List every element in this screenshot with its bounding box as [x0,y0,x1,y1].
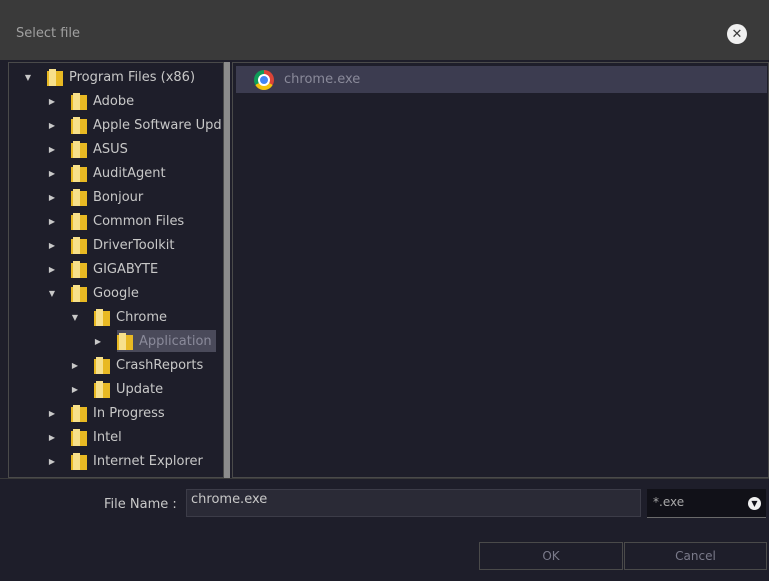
caret-right-icon[interactable]: ▶ [70,385,80,394]
folder-icon [71,452,87,470]
tree-item[interactable]: ▼ Program Files (x86) [23,65,195,89]
file-name-input[interactable] [186,489,641,517]
tree-item[interactable]: ▶ Adobe [47,89,134,113]
tree-item-label: DriverToolkit [93,237,175,253]
tree-item-label: Internet Explorer [93,453,203,469]
tree-item-label: ASUS [93,141,128,157]
caret-right-icon[interactable]: ▶ [47,241,57,250]
tree-item-label: Program Files (x86) [69,69,196,85]
file-type-select[interactable]: *.exe ▼ [647,489,766,518]
folder-icon [71,116,87,134]
tree-item-label: Google [93,285,139,301]
caret-down-icon[interactable]: ▼ [70,313,80,322]
folder-icon [94,380,110,398]
chevron-down-icon: ▼ [748,497,761,510]
tree-item[interactable]: ▶ ASUS [47,137,128,161]
folder-icon [71,260,87,278]
tree-item-label: Apple Software Upd [93,117,222,133]
file-list[interactable]: chrome.exe [232,62,769,478]
caret-right-icon[interactable]: ▶ [47,217,57,226]
file-item[interactable]: chrome.exe [236,66,767,93]
title-bar: Select file ✕ [0,0,769,60]
caret-right-icon[interactable]: ▶ [93,337,103,346]
file-type-value: *.exe [653,495,685,509]
tree-item[interactable]: ▶ Update [70,377,163,401]
caret-right-icon[interactable]: ▶ [47,121,57,130]
tree-item-label: AuditAgent [93,165,166,181]
tree-item[interactable]: ▶ Internet Explorer [47,449,203,473]
folder-icon [71,140,87,158]
cancel-button[interactable]: Cancel [624,542,767,570]
tree-item[interactable]: ▶ GIGABYTE [47,257,158,281]
tree-item-label: Bonjour [93,189,144,205]
folder-icon [47,68,63,86]
folder-icon [71,92,87,110]
folder-tree[interactable]: ▼ Program Files (x86) ▶ Adobe ▶ Apple Softwar… [8,62,224,478]
tree-item-label: Chrome [116,309,167,325]
folder-icon [71,428,87,446]
tree-item[interactable]: ▶ Apple Software Upd [47,113,222,137]
folder-icon [71,404,87,422]
folder-icon [94,308,110,326]
ok-button[interactable]: OK [479,542,623,570]
folder-icon [71,284,87,302]
caret-right-icon[interactable]: ▶ [47,145,57,154]
caret-right-icon[interactable]: ▶ [47,409,57,418]
close-icon: ✕ [731,26,743,42]
close-button[interactable]: ✕ [727,24,747,44]
tree-item[interactable]: ▶ In Progress [47,401,165,425]
tree-item-label: Update [116,381,164,397]
tree-item-label: Adobe [93,93,135,109]
tree-item[interactable]: ▶ Application [93,329,216,353]
tree-item[interactable]: ▶ AuditAgent [47,161,166,185]
tree-item[interactable]: ▼ Google [47,281,139,305]
folder-icon [71,236,87,254]
tree-item[interactable]: ▶ DriverToolkit [47,233,175,257]
folder-icon [71,164,87,182]
caret-right-icon[interactable]: ▶ [47,193,57,202]
tree-item[interactable]: ▶ Bonjour [47,185,143,209]
folder-icon [71,188,87,206]
caret-right-icon[interactable]: ▶ [47,169,57,178]
tree-item-label: CrashReports [116,357,204,373]
folder-icon [94,356,110,374]
tree-item-label: GIGABYTE [93,261,159,277]
caret-down-icon[interactable]: ▼ [47,289,57,298]
caret-right-icon[interactable]: ▶ [47,457,57,466]
tree-item-label: In Progress [93,405,165,421]
caret-right-icon[interactable]: ▶ [47,433,57,442]
file-name-label: File Name : [104,497,177,512]
tree-item-label: Application [139,333,212,349]
tree-item[interactable]: ▶ Common Files [47,209,184,233]
tree-item-selected[interactable]: Application [117,330,216,352]
caret-right-icon[interactable]: ▶ [47,97,57,106]
caret-down-icon[interactable]: ▼ [23,73,33,82]
dialog-title: Select file [16,26,81,41]
file-item-name: chrome.exe [284,72,361,87]
tree-item[interactable]: ▶ CrashReports [70,353,203,377]
tree-item-label: Intel [93,429,122,445]
caret-right-icon[interactable]: ▶ [70,361,80,370]
caret-right-icon[interactable]: ▶ [47,265,57,274]
panel-splitter[interactable] [224,62,230,478]
chrome-icon [254,69,274,90]
tree-item-label: Common Files [93,213,185,229]
folder-icon [117,332,133,350]
folder-icon [71,212,87,230]
tree-item[interactable]: ▶ Intel [47,425,122,449]
tree-item[interactable]: ▼ Chrome [70,305,167,329]
